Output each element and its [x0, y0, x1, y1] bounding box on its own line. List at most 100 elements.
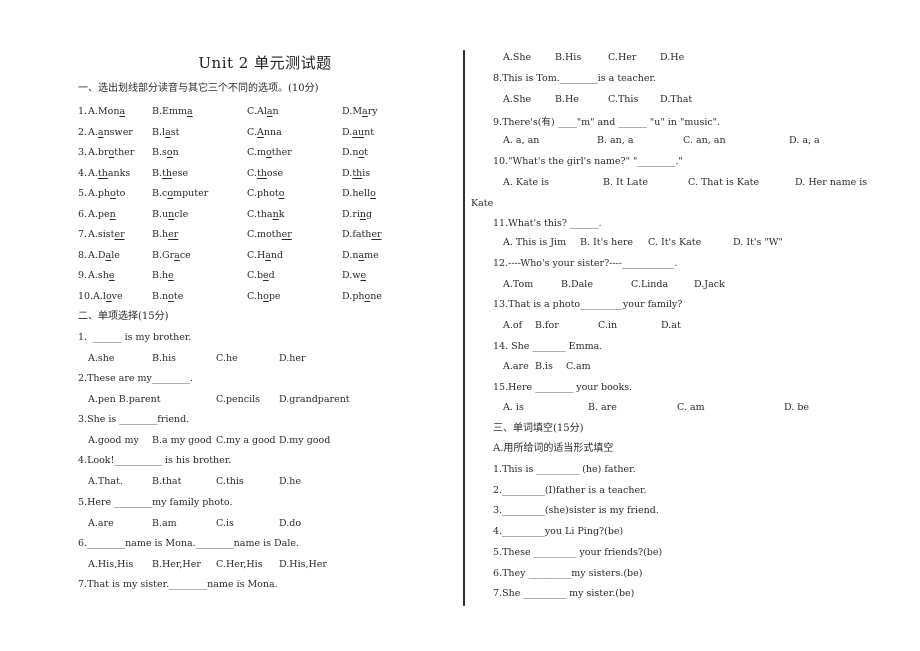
answer-option: B. It Late: [603, 177, 649, 188]
option: D.phone: [342, 291, 382, 302]
option-text: nswer: [103, 126, 133, 138]
option-text: n: [272, 106, 279, 117]
option-label: B.: [152, 188, 163, 199]
option: B.note: [152, 291, 183, 302]
underlined-letters: th: [256, 167, 267, 179]
option-label: C.: [247, 147, 257, 158]
answer-option: D. It's "W": [733, 237, 783, 248]
answer-option: D. be: [784, 402, 810, 413]
answer-option: A.His,His: [88, 558, 134, 570]
option: B.these: [152, 168, 188, 179]
option-text: phot: [256, 188, 279, 199]
option: B.computer: [152, 188, 208, 199]
question-stem: 4.Look!__________ is his brother.: [78, 455, 232, 466]
answer-option: B. an, a: [597, 135, 634, 146]
option-text: H: [256, 249, 266, 261]
option-label: B.: [152, 249, 163, 261]
option-label: D.: [342, 126, 353, 138]
answer-option: C.Linda: [631, 279, 669, 290]
option: C.those: [247, 168, 283, 179]
option: C.Hand: [247, 250, 283, 261]
option-text: is: [362, 167, 371, 179]
underlined-letters: o: [370, 188, 376, 199]
answer-option: D. a, a: [789, 135, 820, 146]
question-number: 10.: [78, 290, 94, 302]
answer-option: C.Her: [608, 52, 637, 63]
option-label: D.: [342, 106, 353, 117]
option-text: br: [97, 147, 109, 158]
option-label: D.: [342, 147, 353, 158]
answer-option: D.Jack: [694, 279, 725, 290]
option: C.thank: [247, 209, 284, 220]
option-label: A.: [93, 290, 103, 302]
option-label: A.: [88, 106, 98, 117]
option-text: Al: [256, 106, 267, 117]
underlined-letters: th: [97, 167, 108, 179]
option-label: A.: [88, 208, 98, 220]
option-text: pe: [97, 208, 110, 220]
option: A.thanks: [88, 168, 130, 179]
answer-option: A.are: [503, 361, 529, 372]
option-text: nna: [263, 126, 282, 138]
underlined-letters: e: [360, 270, 367, 281]
option-label: B.: [152, 106, 163, 117]
underlined-letters: e: [168, 270, 174, 281]
option-label: B.: [152, 270, 163, 281]
option-text: ese: [171, 167, 189, 179]
option: B.he: [152, 270, 174, 281]
answer-option: A.She: [503, 52, 532, 63]
option: A.Mona: [88, 106, 125, 117]
question-stem: 9.There's(有) ____"m" and ______ "u" in "…: [493, 117, 721, 128]
underlined-letters: er: [114, 229, 125, 240]
option-label: A.: [88, 167, 98, 179]
option: D.this: [342, 168, 370, 179]
question-stem: 10."What's the girl's name?" "________.": [493, 156, 683, 167]
option: D.name: [342, 250, 379, 261]
option-text: t: [364, 147, 368, 158]
option-text: nt: [364, 126, 375, 138]
answer-option: B.his: [152, 352, 177, 364]
option-label: C.: [247, 126, 257, 138]
option-text: te: [173, 290, 184, 302]
column-divider: [463, 50, 465, 606]
option-label: B.: [152, 229, 163, 240]
question-stem: 14. She _______ Emma.: [493, 341, 603, 352]
answer-option: C. an, an: [683, 135, 726, 146]
section-heading: 三、单词填空(15分): [493, 423, 584, 434]
option: B.last: [152, 127, 179, 138]
option-text: ne: [370, 290, 382, 302]
option-label: D.: [342, 208, 353, 220]
option-label: C.: [247, 290, 257, 302]
option-text: D: [97, 249, 106, 261]
option-text: fath: [352, 229, 372, 240]
question-number: 6.: [78, 208, 88, 220]
option-text: ose: [266, 167, 284, 179]
underlined-letters: th: [352, 167, 363, 179]
answer-option: A.she: [88, 352, 115, 364]
answer-option: A.good my: [88, 434, 139, 446]
option-label: C.: [247, 208, 257, 220]
option: C.bed: [247, 270, 275, 281]
answer-option: C.this: [216, 475, 244, 487]
option-text: ve: [111, 290, 123, 302]
option-text: hell: [352, 188, 371, 199]
question-number: 9.: [78, 270, 88, 281]
option-label: A.: [88, 229, 98, 240]
answer-option: D.grandparent: [279, 393, 350, 405]
answer-option: D.do: [279, 517, 302, 529]
underlined-letters: o: [278, 188, 285, 199]
option-text: cle: [174, 208, 189, 220]
option: A.photo: [88, 188, 125, 199]
section-heading: 一、选出划线部分读音与其它三个不同的选项。(10分): [78, 83, 319, 94]
answer-option: A. is: [503, 402, 524, 413]
option-label: A.: [88, 126, 98, 138]
option-text: tha: [256, 208, 273, 220]
answer-option: B.am: [152, 517, 177, 529]
fill-blank-item: 5.These _________ your friends?(be): [493, 546, 663, 558]
fill-blank-item: 6.They _________my sisters.(be): [493, 567, 643, 579]
answer-option: B.is: [535, 361, 553, 372]
option-label: A.: [88, 249, 98, 261]
option-label: B.: [152, 208, 163, 220]
option: B.son: [152, 147, 179, 158]
underlined-letters: n: [109, 208, 116, 220]
